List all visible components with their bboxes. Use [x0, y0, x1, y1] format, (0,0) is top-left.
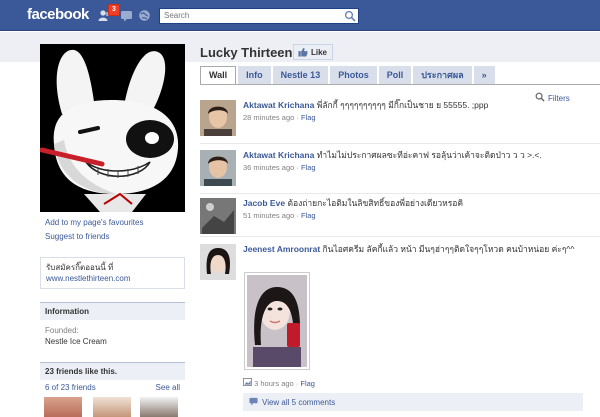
post-text: กินไอศครีม ลัคกี้แล้ว หน้า มีนๆฮ่าๆๆติดใ… [322, 244, 575, 254]
notification-badge: 3 [108, 4, 120, 16]
thumbs-up-icon [298, 47, 308, 59]
like-button-label: Like [311, 48, 328, 57]
page-actions: Add to my page's favourites Suggest to f… [45, 216, 143, 244]
friend-thumbnail[interactable] [44, 397, 82, 417]
post-separator [200, 143, 600, 144]
add-to-favourites-link[interactable]: Add to my page's favourites [45, 216, 143, 230]
flag-link[interactable]: Flag [301, 163, 316, 172]
website-text: รับสมัครกิ๊ตออนนี้ ที่ [46, 263, 114, 272]
photo-icon [243, 378, 252, 388]
post-author[interactable]: Aktawat Krichana [243, 150, 314, 160]
tab-wall[interactable]: Wall [200, 66, 237, 84]
page-title: Lucky Thirteen [200, 45, 293, 60]
search-input[interactable]: Search [159, 8, 359, 24]
post-text: ทำไมไม่ประกาศผลซะทีอ่ะคาฟ รอลุ้นว่าเค้าจ… [316, 150, 542, 160]
friends-like-title: 23 friends like this. [40, 362, 185, 380]
tab-more[interactable]: » [473, 66, 495, 84]
see-all-link[interactable]: See all [156, 383, 180, 392]
website-box: รับสมัครกิ๊ตออนนี้ ที่ www.nestlethirtee… [40, 257, 185, 289]
profile-picture[interactable] [40, 44, 185, 212]
notifications-globe-icon[interactable] [138, 9, 151, 22]
post-photo[interactable] [244, 272, 310, 370]
friends-like-box: 23 friends like this. 6 of 23 friends Se… [40, 362, 185, 395]
post-separator [200, 193, 600, 194]
top-bar: facebook 3 Search [0, 0, 600, 31]
comment-icon [249, 397, 258, 408]
flag-link[interactable]: Flag [300, 379, 315, 388]
post-time[interactable]: 28 minutes ago [243, 113, 294, 122]
information-title: Information [40, 302, 185, 320]
post-avatar[interactable] [200, 150, 236, 186]
tab-poll[interactable]: Poll [378, 66, 412, 84]
page-tabs: Wall Info Nestle 13 Photos Poll ประกาศผล… [200, 66, 497, 84]
tab-announcement[interactable]: ประกาศผล [413, 66, 472, 84]
tab-divider [200, 84, 600, 85]
friends-count-link[interactable]: 6 of 23 friends [45, 383, 96, 392]
tab-info[interactable]: Info [238, 66, 271, 84]
founded-label: Founded: [45, 326, 79, 335]
suggest-to-friends-link[interactable]: Suggest to friends [45, 230, 143, 244]
post-avatar[interactable] [200, 100, 236, 136]
friends-thumbnails [40, 397, 185, 417]
post-text: ต้องถ่ายกะไอติมในลิขสิทธิ์ของพี่อย่างเดี… [287, 198, 464, 208]
like-button[interactable]: Like [293, 44, 334, 60]
view-all-comments-bar[interactable]: View all 5 comments [243, 393, 583, 411]
tab-nestle-13[interactable]: Nestle 13 [272, 66, 329, 84]
information-box: Information Founded: Nestle Ice Cream [40, 302, 185, 352]
post-separator [200, 236, 600, 237]
friend-thumbnail[interactable] [140, 397, 178, 417]
post-author[interactable]: Jacob Eve [243, 198, 285, 208]
post-text: พี่ลักกี้ ๆๆๆๆๆๆๆๆๆๆ มีกิ๊กเป็นชาย ย 555… [316, 100, 489, 110]
messages-icon[interactable] [120, 9, 133, 22]
post-time[interactable]: 36 minutes ago [243, 163, 294, 172]
post-time[interactable]: 3 hours ago [254, 379, 294, 388]
tab-photos[interactable]: Photos [330, 66, 377, 84]
post-author[interactable]: Aktawat Krichana [243, 100, 314, 110]
flag-link[interactable]: Flag [301, 211, 316, 220]
post-avatar[interactable] [200, 198, 236, 234]
flag-link[interactable]: Flag [301, 113, 316, 122]
photo-post-meta: 3 hours ago · Flag [243, 378, 315, 388]
post-time[interactable]: 51 minutes ago [243, 211, 294, 220]
post-author[interactable]: Jeenest Amroonrat [243, 244, 320, 254]
search-icon[interactable] [343, 9, 358, 23]
website-link[interactable]: www.nestlethirteen.com [46, 274, 130, 283]
post-avatar[interactable] [200, 244, 236, 280]
friend-thumbnail[interactable] [93, 397, 131, 417]
view-all-comments-link[interactable]: View all 5 comments [262, 398, 335, 407]
facebook-logo[interactable]: facebook [27, 6, 89, 23]
founded-value: Nestle Ice Cream [45, 337, 107, 346]
